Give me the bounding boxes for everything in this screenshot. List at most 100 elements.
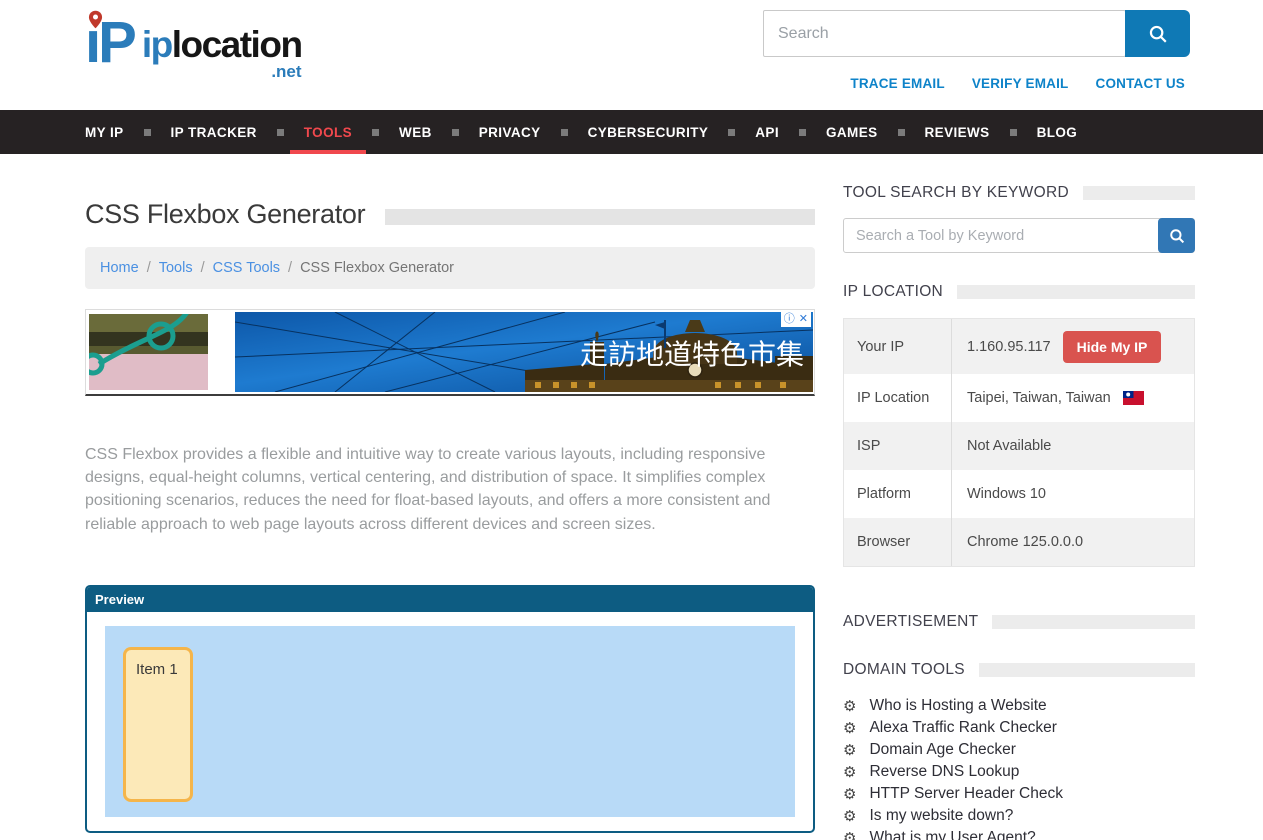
ad-right-image[interactable]: 走訪地道特色市集: [235, 312, 813, 392]
list-item: ⚙ What is my User Agent?: [843, 827, 1195, 840]
breadcrumb-current: CSS Flexbox Generator: [300, 260, 454, 276]
list-item: ⚙ Is my website down?: [843, 805, 1195, 827]
nav-ip-tracker[interactable]: IP TRACKER: [157, 110, 271, 154]
ad-caption-text: 走訪地道特色市集: [580, 338, 804, 371]
preview-body: Item 1: [87, 612, 813, 817]
hide-my-ip-button[interactable]: Hide My IP: [1063, 331, 1162, 363]
table-row-isp: ISP Not Available: [844, 422, 1194, 470]
ad-close-icon[interactable]: ✕: [799, 312, 808, 327]
search-icon: [1147, 23, 1169, 45]
site-logo[interactable]: ıP iplocation .net: [85, 4, 302, 82]
header-links: TRACE EMAIL VERIFY EMAIL CONTACT US: [850, 76, 1185, 91]
nav-blog[interactable]: BLOG: [1023, 110, 1092, 154]
nav-separator: [277, 129, 284, 136]
heading-decor-bar: [979, 663, 1195, 677]
search-icon: [1168, 227, 1186, 245]
nav-separator: [452, 129, 459, 136]
preview-header: Preview: [87, 587, 813, 612]
isp-value: Not Available: [967, 438, 1051, 454]
gear-icon: ⚙: [843, 809, 856, 824]
domain-tool-age-link[interactable]: Domain Age Checker: [869, 741, 1015, 759]
list-item: ⚙ Who is Hosting a Website: [843, 695, 1195, 717]
breadcrumb: Home / Tools / CSS Tools / CSS Flexbox G…: [85, 247, 815, 289]
ip-location-value: Taipei, Taiwan, Taiwan: [967, 390, 1111, 406]
breadcrumb-home[interactable]: Home: [100, 260, 139, 276]
nav-games[interactable]: GAMES: [812, 110, 892, 154]
title-decor-bar: [385, 209, 815, 225]
your-ip-value: 1.160.95.117: [967, 339, 1051, 355]
domain-tool-alexa-link[interactable]: Alexa Traffic Rank Checker: [869, 719, 1057, 737]
ip-location-heading: IP LOCATION: [843, 283, 1195, 301]
domain-tool-reverse-dns-link[interactable]: Reverse DNS Lookup: [869, 763, 1019, 781]
browser-value: Chrome 125.0.0.0: [967, 534, 1083, 550]
header-search-button[interactable]: [1125, 10, 1190, 57]
advertisement-heading: ADVERTISEMENT: [843, 613, 1195, 631]
location-pin-icon: [88, 10, 103, 29]
main-nav: MY IP IP TRACKER TOOLS WEB PRIVACY CYBER…: [0, 110, 1263, 154]
verify-email-link[interactable]: VERIFY EMAIL: [972, 76, 1069, 91]
breadcrumb-css-tools[interactable]: CSS Tools: [213, 260, 280, 276]
contact-us-link[interactable]: CONTACT US: [1096, 76, 1186, 91]
table-row-platform: Platform Windows 10: [844, 470, 1194, 518]
logo-tld: .net: [142, 64, 302, 80]
nav-reviews[interactable]: REVIEWS: [911, 110, 1004, 154]
domain-tools-heading: DOMAIN TOOLS: [843, 661, 1195, 679]
domain-tool-hosting-link[interactable]: Who is Hosting a Website: [869, 697, 1046, 715]
tool-search: [843, 218, 1195, 253]
ad-banner[interactable]: 走訪地道特色市集 ⓘ ✕: [85, 309, 815, 396]
list-item: ⚙ Domain Age Checker: [843, 739, 1195, 761]
row-label: Browser: [844, 518, 951, 566]
domain-tool-website-down-link[interactable]: Is my website down?: [869, 807, 1013, 825]
sidebar: TOOL SEARCH BY KEYWORD IP LOCATION Your …: [843, 154, 1195, 840]
page-content: CSS Flexbox Generator Home / Tools / CSS…: [85, 154, 1195, 840]
nav-separator: [1010, 129, 1017, 136]
gear-icon: ⚙: [843, 721, 856, 736]
tool-search-input[interactable]: [843, 218, 1195, 253]
row-label: ISP: [844, 422, 951, 470]
nav-separator: [898, 129, 905, 136]
flexbox-preview-container: Item 1: [105, 626, 795, 817]
ad-left-image[interactable]: [89, 314, 208, 390]
nav-separator: [372, 129, 379, 136]
gear-icon: ⚙: [843, 765, 856, 780]
row-label: Platform: [844, 470, 951, 518]
logo-wordmark: iplocation .net: [142, 4, 302, 80]
page-title: CSS Flexbox Generator: [85, 199, 365, 230]
domain-tool-http-header-link[interactable]: HTTP Server Header Check: [869, 785, 1063, 803]
nav-my-ip[interactable]: MY IP: [71, 110, 138, 154]
header-search-input[interactable]: [763, 10, 1126, 57]
list-item: ⚙ Reverse DNS Lookup: [843, 761, 1195, 783]
domain-tools-list: ⚙ Who is Hosting a Website ⚙ Alexa Traff…: [843, 695, 1195, 840]
tool-search-button[interactable]: [1158, 218, 1195, 253]
list-item: ⚙ HTTP Server Header Check: [843, 783, 1195, 805]
site-header: ıP iplocation .net TRACE EMAIL VERIFY EM…: [0, 0, 1263, 110]
flexbox-preview-item[interactable]: Item 1: [123, 647, 193, 802]
preview-panel: Preview Item 1: [85, 585, 815, 833]
trace-email-link[interactable]: TRACE EMAIL: [850, 76, 944, 91]
ad-info-icon[interactable]: ⓘ: [784, 312, 795, 327]
nav-separator: [799, 129, 806, 136]
list-item: ⚙ Alexa Traffic Rank Checker: [843, 717, 1195, 739]
heading-decor-bar: [992, 615, 1195, 629]
breadcrumb-separator: /: [288, 260, 292, 276]
gear-icon: ⚙: [843, 743, 856, 758]
ip-location-table: Your IP 1.160.95.117 Hide My IP IP Locat…: [843, 318, 1195, 567]
gear-icon: ⚙: [843, 831, 856, 840]
platform-value: Windows 10: [967, 486, 1046, 502]
nav-privacy[interactable]: PRIVACY: [465, 110, 555, 154]
main-column: CSS Flexbox Generator Home / Tools / CSS…: [85, 154, 815, 840]
nav-api[interactable]: API: [741, 110, 793, 154]
row-label: Your IP: [844, 319, 951, 374]
nav-separator: [728, 129, 735, 136]
table-row-ip-location: IP Location Taipei, Taiwan, Taiwan: [844, 374, 1194, 422]
tool-search-heading: TOOL SEARCH BY KEYWORD: [843, 184, 1195, 202]
taiwan-flag-icon: [1123, 391, 1144, 405]
nav-web[interactable]: WEB: [385, 110, 446, 154]
nav-separator: [561, 129, 568, 136]
domain-tool-user-agent-link[interactable]: What is my User Agent?: [869, 829, 1035, 840]
table-row-your-ip: Your IP 1.160.95.117 Hide My IP: [844, 319, 1194, 374]
nav-cybersecurity[interactable]: CYBERSECURITY: [574, 110, 723, 154]
nav-tools[interactable]: TOOLS: [290, 110, 366, 154]
breadcrumb-separator: /: [201, 260, 205, 276]
breadcrumb-tools[interactable]: Tools: [159, 260, 193, 276]
